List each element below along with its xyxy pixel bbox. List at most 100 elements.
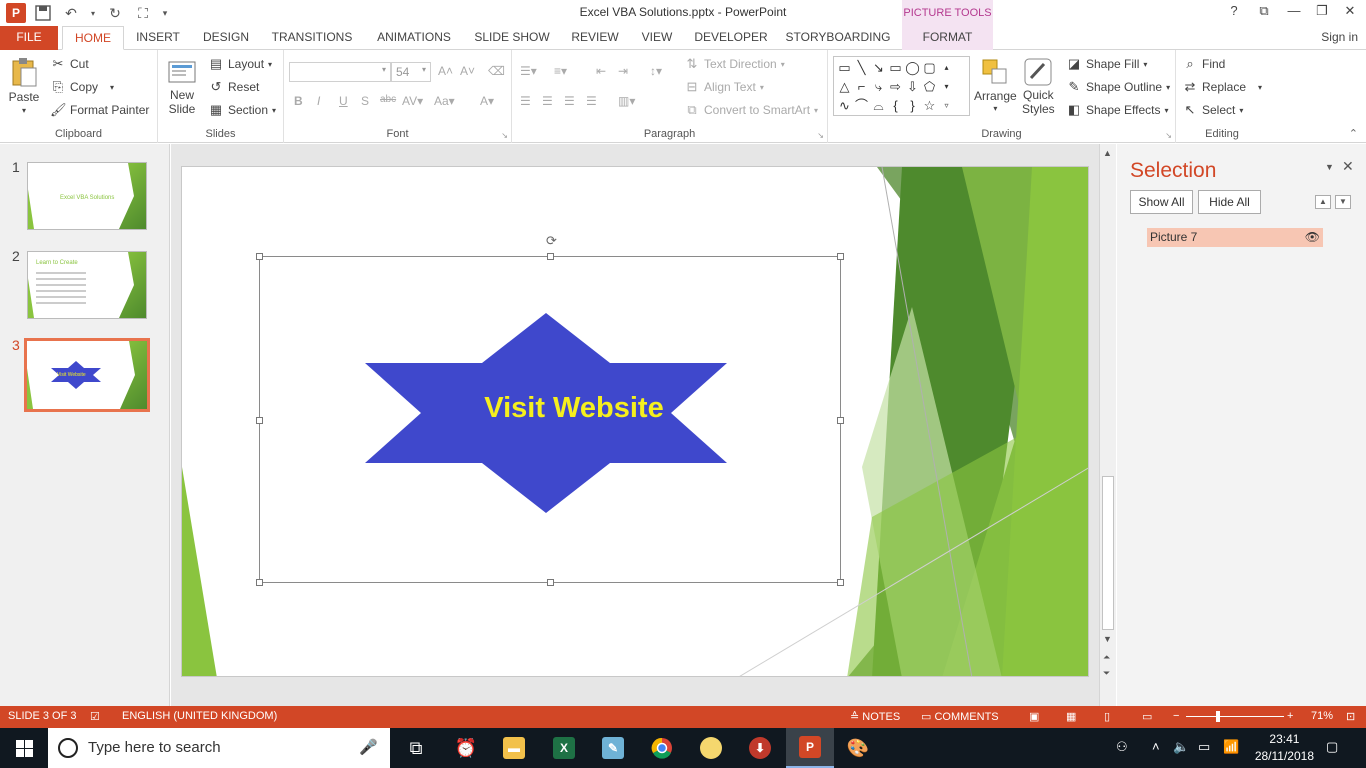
paragraph-dialog-launcher-icon[interactable]: ↘ bbox=[817, 131, 824, 140]
collapse-ribbon-icon[interactable]: ⌃ bbox=[1349, 127, 1358, 140]
resize-handle-top[interactable] bbox=[547, 253, 554, 260]
system-clock[interactable]: 23:41 28/11/2018 bbox=[1255, 731, 1314, 765]
bullets-button[interactable]: ☰▾ bbox=[520, 64, 537, 78]
slide-thumbnail-2[interactable]: Learn to Create bbox=[27, 251, 147, 319]
align-right-button[interactable]: ☰ bbox=[564, 94, 575, 108]
strikethrough-button[interactable]: abc bbox=[380, 94, 396, 105]
language-indicator[interactable]: ENGLISH (UNITED KINGDOM) bbox=[122, 710, 277, 722]
reading-view-icon[interactable]: ▯ bbox=[1104, 710, 1110, 723]
shadow-button[interactable]: S bbox=[361, 94, 369, 108]
align-center-button[interactable]: ☰ bbox=[542, 94, 553, 108]
gallery-more-icon[interactable]: ▿ bbox=[938, 96, 955, 115]
action-center-icon[interactable]: ▢ bbox=[1326, 739, 1338, 755]
show-hidden-icons-icon[interactable]: ˄ bbox=[1152, 739, 1160, 754]
replace-button[interactable]: ⇄ Replace ▾ bbox=[1182, 79, 1263, 95]
close-pane-icon[interactable]: ✕ bbox=[1342, 158, 1354, 175]
gallery-scroll-down-icon[interactable]: ▾ bbox=[938, 77, 955, 96]
normal-view-icon[interactable]: ▣ bbox=[1029, 710, 1039, 723]
tab-format[interactable]: FORMAT bbox=[902, 26, 993, 50]
section-button[interactable]: ▦ Section ▾ bbox=[208, 102, 276, 118]
line-shape-icon[interactable]: ╲ bbox=[853, 58, 870, 77]
freeform-shape-icon[interactable]: ⬠ bbox=[921, 77, 938, 96]
right-brace-shape-icon[interactable]: } bbox=[904, 96, 921, 115]
shape-outline-button[interactable]: ✎ Shape Outline ▾ bbox=[1066, 79, 1171, 95]
close-button[interactable]: ✕ bbox=[1337, 3, 1363, 23]
tab-review[interactable]: REVIEW bbox=[566, 26, 624, 50]
line-spacing-button[interactable]: ↕▾ bbox=[650, 64, 662, 78]
eye-visibility-icon[interactable]: 👁 bbox=[1305, 228, 1320, 247]
resize-handle-bottom-left[interactable] bbox=[256, 579, 263, 586]
underline-button[interactable]: U bbox=[339, 94, 348, 108]
windows-start-icon[interactable] bbox=[0, 728, 48, 768]
resize-handle-top-left[interactable] bbox=[256, 253, 263, 260]
tab-file[interactable]: FILE bbox=[0, 26, 58, 50]
tab-transitions[interactable]: TRANSITIONS bbox=[268, 26, 356, 50]
right-arrow-shape-icon[interactable]: ⇨ bbox=[887, 77, 904, 96]
shapes-gallery[interactable]: ▭ ╲ ↘ ▭ ◯ ▢ ▴ △ ⌐ ⤷ ⇨ ⇩ ⬠ ▾ ∿ ⌒ ⌓ { } ☆ … bbox=[833, 56, 970, 116]
scroll-up-icon[interactable]: ▲ bbox=[1103, 148, 1112, 158]
paint-icon[interactable]: 🎨 bbox=[834, 728, 882, 768]
slide-thumbnail-3[interactable]: Visit Website bbox=[24, 338, 150, 412]
weather-icon[interactable] bbox=[687, 728, 735, 768]
restore-button[interactable]: ❐ bbox=[1309, 3, 1335, 23]
oval-shape-icon[interactable]: ◯ bbox=[904, 58, 921, 77]
shape-fill-button[interactable]: ◪ Shape Fill ▾ bbox=[1066, 56, 1148, 72]
slide-canvas[interactable]: Visit Website ⟳ bbox=[181, 166, 1089, 677]
font-dialog-launcher-icon[interactable]: ↘ bbox=[501, 131, 508, 140]
align-left-button[interactable]: ☰ bbox=[520, 94, 531, 108]
quick-styles-button[interactable]: Quick Styles bbox=[1022, 56, 1055, 116]
tab-design[interactable]: DESIGN bbox=[198, 26, 254, 50]
microphone-icon[interactable]: 🎤 bbox=[359, 738, 378, 756]
minimize-button[interactable]: — bbox=[1281, 3, 1307, 23]
zoom-slider[interactable] bbox=[1186, 716, 1284, 717]
resize-handle-top-right[interactable] bbox=[837, 253, 844, 260]
slide-sorter-view-icon[interactable]: ▦ bbox=[1066, 710, 1076, 723]
zoom-in-icon[interactable]: + bbox=[1287, 710, 1293, 722]
notepad-icon[interactable]: ✎ bbox=[589, 728, 637, 768]
convert-smartart-button[interactable]: ⧉ Convert to SmartArt ▾ bbox=[684, 102, 818, 118]
next-slide-icon[interactable]: ⏷ bbox=[1103, 668, 1110, 679]
shape-effects-button[interactable]: ◧ Shape Effects ▾ bbox=[1066, 102, 1169, 118]
left-brace-shape-icon[interactable]: { bbox=[887, 96, 904, 115]
selection-item[interactable]: Picture 7 👁 bbox=[1147, 228, 1323, 247]
cut-button[interactable]: ✂ Cut bbox=[50, 56, 89, 72]
show-all-button[interactable]: Show All bbox=[1130, 190, 1193, 214]
previous-slide-icon[interactable]: ⏶ bbox=[1103, 652, 1110, 663]
resize-handle-left[interactable] bbox=[256, 417, 263, 424]
italic-button[interactable]: I bbox=[317, 94, 320, 108]
justify-button[interactable]: ☰ bbox=[586, 94, 597, 108]
network-icon[interactable]: 📶 bbox=[1223, 739, 1239, 755]
bold-button[interactable]: B bbox=[294, 94, 303, 108]
volume-icon[interactable]: 🔈 bbox=[1173, 739, 1189, 755]
comments-button[interactable]: ▭ COMMENTS bbox=[921, 710, 999, 723]
alarms-clock-icon[interactable]: ⏰ bbox=[442, 728, 490, 768]
elbow-arrow-shape-icon[interactable]: ⤷ bbox=[870, 77, 887, 96]
font-color-button[interactable]: A▾ bbox=[480, 94, 494, 108]
pane-options-icon[interactable]: ▼ bbox=[1325, 162, 1334, 172]
align-text-button[interactable]: ⊟ Align Text ▾ bbox=[684, 79, 764, 95]
tab-home[interactable]: HOME bbox=[62, 26, 124, 50]
copy-button[interactable]: ⎘ Copy ▾ bbox=[50, 79, 114, 95]
character-spacing-button[interactable]: AV▾ bbox=[402, 94, 423, 108]
reset-button[interactable]: ↺ Reset bbox=[208, 79, 260, 95]
ribbon-display-options-button[interactable]: ⧉ bbox=[1251, 3, 1277, 23]
slide-thumbnail-1[interactable]: Excel VBA Solutions bbox=[27, 162, 147, 230]
tab-view[interactable]: VIEW bbox=[636, 26, 678, 50]
file-explorer-icon[interactable]: ▬ bbox=[490, 728, 538, 768]
resize-handle-bottom-right[interactable] bbox=[837, 579, 844, 586]
people-icon[interactable]: ⚇ bbox=[1116, 739, 1128, 755]
text-box-shape-icon[interactable]: ▭ bbox=[836, 58, 853, 77]
tab-animations[interactable]: ANIMATIONS bbox=[370, 26, 458, 50]
star-shape-icon[interactable]: ☆ bbox=[921, 96, 938, 115]
resize-handle-bottom[interactable] bbox=[547, 579, 554, 586]
vertical-scrollbar[interactable]: ▲ ▼ ⏶ ⏷ bbox=[1099, 144, 1116, 706]
new-slide-button[interactable]: New Slide bbox=[166, 56, 198, 116]
tab-developer[interactable]: DEVELOPER bbox=[692, 26, 770, 50]
rectangle-shape-icon[interactable]: ▭ bbox=[887, 58, 904, 77]
clear-formatting-button[interactable]: ⌫ bbox=[488, 64, 505, 78]
scroll-down-icon[interactable]: ▼ bbox=[1103, 634, 1112, 644]
grow-font-button[interactable]: A˄ bbox=[438, 64, 453, 78]
picture-selection-frame[interactable]: ⟳ bbox=[256, 233, 844, 586]
elbow-connector-shape-icon[interactable]: ⌐ bbox=[853, 77, 870, 96]
rounded-rectangle-shape-icon[interactable]: ▢ bbox=[921, 58, 938, 77]
